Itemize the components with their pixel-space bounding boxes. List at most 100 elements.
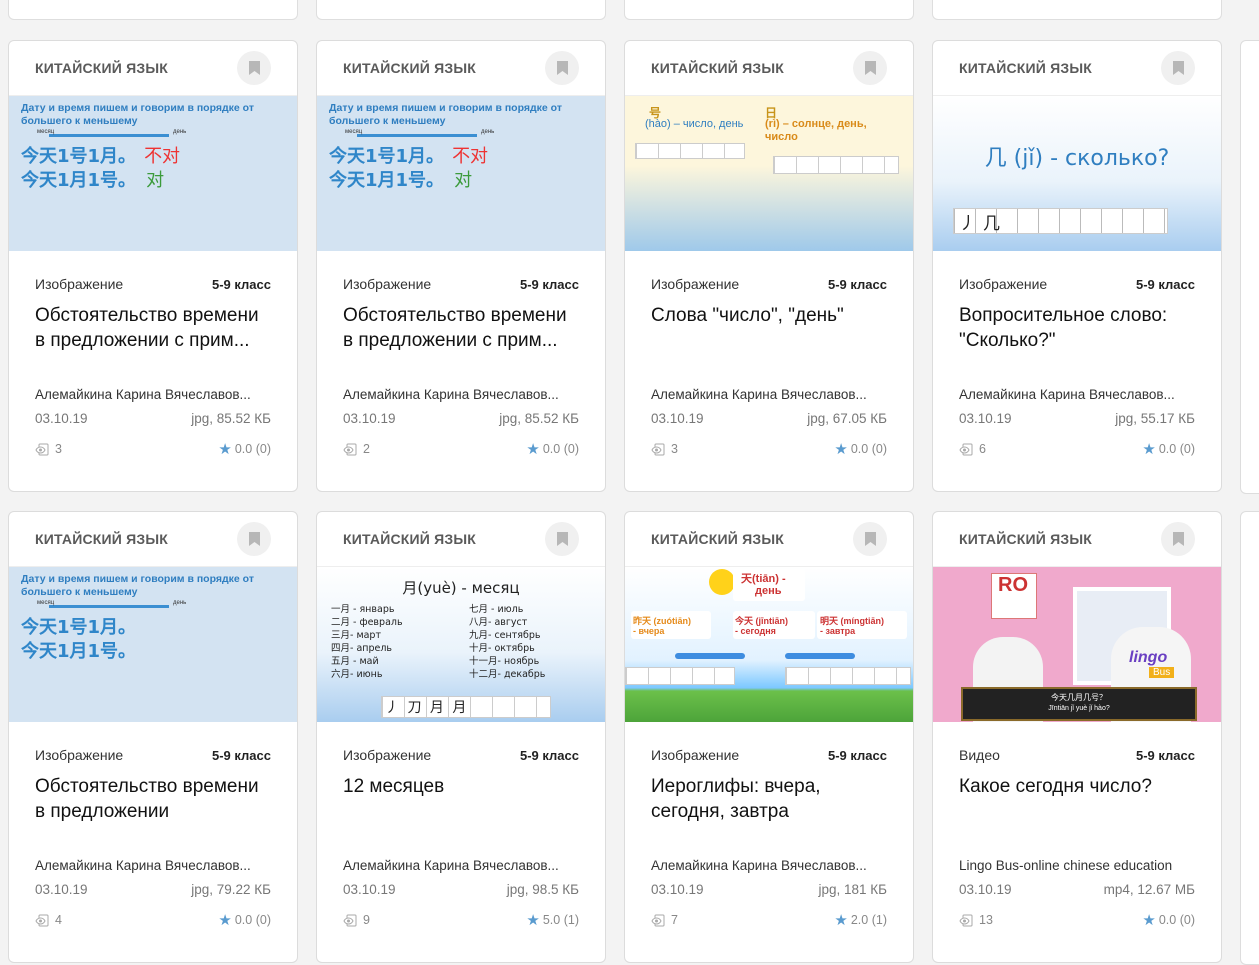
grade-label: 5-9 класс [519, 276, 579, 292]
thumb-chinese-line: 今天1号1月。 不对 [329, 146, 489, 167]
bookmark-button[interactable] [1161, 51, 1195, 85]
thumb-text: - вчера [633, 626, 665, 636]
thumb-text: Дату и время пишем и говорим в порядке о… [21, 102, 254, 114]
resource-type: Изображение [343, 276, 432, 292]
writing-grid [773, 156, 899, 174]
thumb-text: (hào) – число, день [645, 118, 744, 130]
resource-type: Изображение [959, 276, 1048, 292]
file-info: mp4, 12.67 МБ [1103, 882, 1195, 897]
card-thumbnail[interactable]: 号 (hào) – число, день 日 (rì) – солнце, день… [625, 96, 913, 251]
subject-label: КИТАЙСКИЙ ЯЗЫК [35, 531, 169, 547]
writing-grid [635, 143, 745, 159]
author-name[interactable]: Алемайкина Карина Вячеславов... [35, 858, 271, 873]
resource-type: Видео [959, 747, 1000, 763]
card-thumbnail[interactable]: Дату и время пишем и говорим в порядке о… [9, 567, 297, 722]
author-name[interactable]: Алемайкина Карина Вячеславов... [35, 387, 271, 402]
card-title[interactable]: Обстоятельство времени в предложении [35, 774, 271, 850]
subject-label: КИТАЙСКИЙ ЯЗЫК [959, 531, 1093, 547]
card-title[interactable]: Иероглифы: вчера, сегодня, завтра [651, 774, 887, 850]
brand-logo: lingo [1129, 649, 1168, 666]
card-thumbnail[interactable]: Дату и время пишем и говорим в порядке о… [317, 96, 605, 251]
publish-date: 03.10.19 [651, 411, 704, 426]
card-title[interactable]: Обстоятельство времени в предложении с п… [343, 303, 579, 379]
bookmark-button[interactable] [1161, 522, 1195, 556]
subtitle-bar: 今天几月几号？ Jīntiān jǐ yuè jǐ hào? [961, 687, 1197, 721]
author-name[interactable]: Lingo Bus-online chinese education [959, 858, 1195, 873]
bookmark-button[interactable] [853, 522, 887, 556]
subtitle-text: Jīntiān jǐ yuè jǐ hào? [1048, 705, 1110, 712]
thumb-text: - сегодня [735, 626, 776, 636]
card-thumbnail[interactable]: 天(tiān) - день 昨天 (zuótiān) - вчера 今天 (jīnt… [625, 567, 913, 722]
card-title[interactable]: Обстоятельство времени в предложении с п… [35, 303, 271, 379]
thumb-text: день [755, 585, 782, 597]
star-icon: ★ [218, 441, 232, 458]
bookmark-button[interactable] [545, 51, 579, 85]
card-thumbnail[interactable]: Дату и время пишем и говорим в порядке о… [9, 96, 297, 251]
resource-card[interactable]: КИТАЙСКИЙ ЯЗЫК 月(yuè) - месяц 一月 - январь… [316, 511, 606, 963]
bookmark-button[interactable] [545, 522, 579, 556]
author-name[interactable]: Алемайкина Карина Вячеславов... [651, 387, 887, 402]
views-count: 13 [979, 913, 993, 927]
bookmark-button[interactable] [237, 51, 271, 85]
resource-card[interactable]: КИТАЙСКИЙ ЯЗЫК 几 (jǐ) - сколько? 丿几 Изобр… [932, 40, 1222, 492]
resource-card[interactable]: КИТАЙСКИЙ ЯЗЫК 号 (hào) – число, день 日 (rì)… [624, 40, 914, 492]
card-partial-top [316, 0, 606, 20]
card-thumbnail[interactable]: 月(yuè) - месяц 一月 - январь 二月 - февраль 三月-… [317, 567, 605, 722]
card-thumbnail[interactable]: RO lingo Bus 今天几月几号？ Jīntiān jǐ yuè jǐ hào? [933, 567, 1221, 722]
views-icon [651, 914, 665, 926]
grade-label: 5-9 класс [519, 747, 579, 763]
file-info: jpg, 79.22 КБ [191, 882, 271, 897]
grade-label: 5-9 класс [827, 747, 887, 763]
card-partial-right [1240, 40, 1259, 494]
arrow-graphic [49, 134, 169, 137]
subtitle-text: 今天几月几号？ [1051, 693, 1107, 702]
views-counter: 9 [343, 913, 370, 927]
resource-card[interactable]: КИТАЙСКИЙ ЯЗЫК Дату и время пишем и гово… [316, 40, 606, 492]
resource-type: Изображение [651, 276, 740, 292]
thumb-chinese-line: 今天1月1号。对 [21, 170, 165, 191]
card-header: КИТАЙСКИЙ ЯЗЫК [933, 512, 1221, 567]
month-label: 七月 - июль [469, 604, 524, 615]
month-label: 十月- октябрь [469, 643, 535, 654]
card-title[interactable]: 12 месяцев [343, 774, 579, 850]
grade-label: 5-9 класс [1135, 276, 1195, 292]
author-name[interactable]: Алемайкина Карина Вячеславов... [651, 858, 887, 873]
resource-card[interactable]: КИТАЙСКИЙ ЯЗЫК 天(tiān) - день 昨天 (zuótiān)… [624, 511, 914, 963]
thumb-text: (rì) – солнце, день, [765, 118, 867, 130]
card-title[interactable]: Слова "число", "день" [651, 303, 887, 379]
card-title[interactable]: Какое сегодня число? [959, 774, 1195, 850]
views-icon [35, 443, 49, 455]
card-header: КИТАЙСКИЙ ЯЗЫК [625, 41, 913, 96]
file-info: jpg, 55.17 КБ [1115, 411, 1195, 426]
thumb-text: RO [998, 574, 1028, 596]
card-title[interactable]: Вопросительное слово: "Сколько?" [959, 303, 1195, 379]
thumb-chinese-line: 今天1月1号。 [21, 641, 137, 662]
rating-value: 2.0 (1) [850, 913, 887, 927]
rating-value: 0.0 (0) [542, 442, 579, 456]
card-thumbnail[interactable]: 几 (jǐ) - сколько? 丿几 [933, 96, 1221, 251]
subject-label: КИТАЙСКИЙ ЯЗЫК [343, 60, 477, 76]
month-label: 八月- август [469, 617, 528, 628]
subject-label: КИТАЙСКИЙ ЯЗЫК [651, 60, 785, 76]
subject-label: КИТАЙСКИЙ ЯЗЫК [651, 531, 785, 547]
month-label: 三月- март [331, 630, 382, 641]
bookmark-button[interactable] [853, 51, 887, 85]
file-info: jpg, 85.52 КБ [191, 411, 271, 426]
bookmark-icon [864, 61, 876, 75]
thumb-text: месяц [37, 129, 55, 135]
arrow-graphic [675, 653, 745, 659]
views-count: 4 [55, 913, 62, 927]
bookmark-icon [556, 61, 568, 75]
resource-card[interactable]: КИТАЙСКИЙ ЯЗЫК Дату и время пишем и гово… [8, 511, 298, 963]
resource-card[interactable]: КИТАЙСКИЙ ЯЗЫК RO lingo Bus 今天几月几号？ Jīntiān … [932, 511, 1222, 963]
resource-card[interactable]: КИТАЙСКИЙ ЯЗЫК Дату и время пишем и гово… [8, 40, 298, 492]
grade-label: 5-9 класс [1135, 747, 1195, 763]
rating: ★ 0.0 (0) [218, 911, 271, 929]
thumb-text: месяц [37, 600, 55, 606]
author-name[interactable]: Алемайкина Карина Вячеславов... [343, 387, 579, 402]
author-name[interactable]: Алемайкина Карина Вячеславов... [343, 858, 579, 873]
resource-type: Изображение [35, 276, 124, 292]
rating: ★ 0.0 (0) [1142, 911, 1195, 929]
bookmark-button[interactable] [237, 522, 271, 556]
author-name[interactable]: Алемайкина Карина Вячеславов... [959, 387, 1195, 402]
